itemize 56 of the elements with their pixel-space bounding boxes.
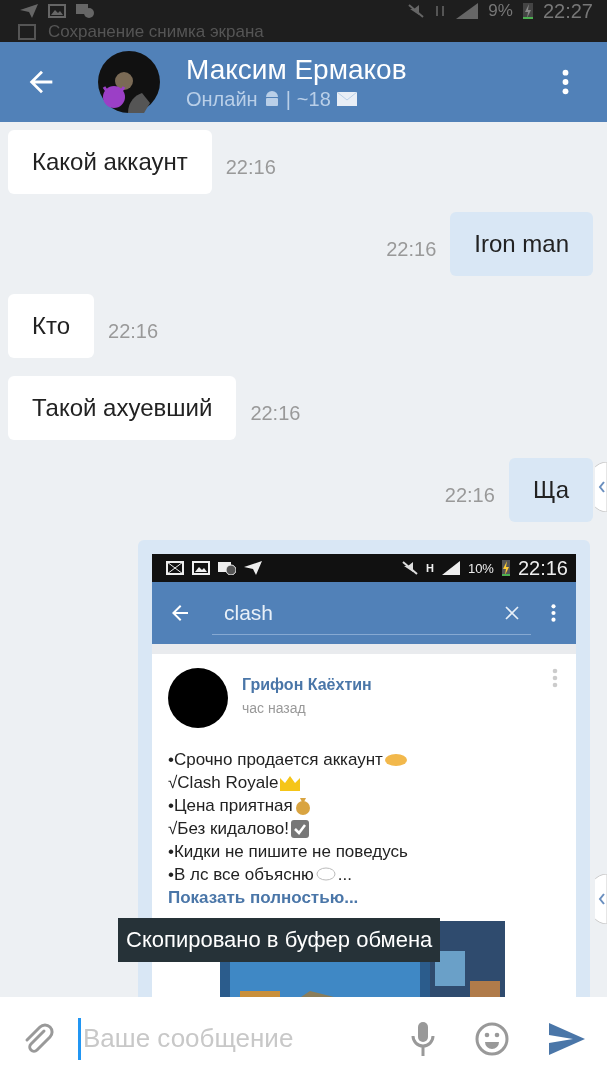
signal-icon xyxy=(441,561,460,575)
speech-bubble-icon xyxy=(315,866,336,883)
mute-icon xyxy=(401,561,418,575)
side-panel-handle-icon[interactable] xyxy=(595,874,607,924)
battery-charging-icon xyxy=(522,3,533,19)
message-bubble[interactable]: Кто xyxy=(8,294,95,358)
image-icon xyxy=(48,4,66,18)
send-icon xyxy=(244,561,262,575)
post-text-line: •Срочно продается аккаунт xyxy=(168,749,383,771)
post-text-ellipsis: ... xyxy=(337,864,352,886)
message-time: 22:16 xyxy=(108,319,159,343)
toast-message: Скопировано в буфер обмена xyxy=(118,918,441,962)
message-bubble[interactable]: Ща xyxy=(508,458,593,522)
message-count: ~18 xyxy=(296,87,331,111)
contact-name: Максим Ермаков xyxy=(186,53,408,86)
image-icon xyxy=(192,561,210,575)
message-time: 22:16 xyxy=(225,155,276,179)
microphone-icon[interactable] xyxy=(411,1021,435,1056)
more-icon[interactable] xyxy=(551,603,556,623)
battery-percent: 10% xyxy=(467,560,494,576)
emoji-icon[interactable] xyxy=(475,1021,509,1056)
checkbox-icon xyxy=(291,819,309,838)
post-text-line: •В лс все объясню xyxy=(168,864,314,886)
send-icon xyxy=(20,4,38,18)
post-text-line: √Clash Royale xyxy=(168,772,279,794)
post-text-line: •Кидки не пишите не поведусь xyxy=(168,841,408,863)
post-text-line: •Цена приятная xyxy=(168,795,293,817)
message-time: 22:16 xyxy=(444,483,495,507)
network-type: H xyxy=(425,562,434,574)
message-bubble[interactable]: Какой аккаунт xyxy=(8,130,212,194)
author-name[interactable]: Грифон Каёхтин xyxy=(242,676,538,694)
signal-icon xyxy=(456,3,479,19)
show-more-link[interactable]: Показать полностью... xyxy=(168,886,359,909)
money-bag-icon xyxy=(294,796,311,815)
clock: 22:27 xyxy=(542,0,593,23)
clear-icon[interactable] xyxy=(505,605,519,620)
clock: 22:16 xyxy=(517,556,568,580)
separator: | xyxy=(285,87,291,111)
message-time: 22:16 xyxy=(250,401,301,425)
avatar[interactable] xyxy=(168,668,228,728)
more-icon[interactable] xyxy=(562,68,569,96)
message-bubble[interactable]: Такой ахуевший xyxy=(8,376,237,440)
mute-icon xyxy=(408,4,425,18)
battery-percent: 9% xyxy=(488,1,513,21)
envelope-icon xyxy=(336,92,357,106)
message-bubble[interactable]: Iron man xyxy=(450,212,593,276)
message-time: 22:16 xyxy=(386,237,437,261)
online-status: Онлайн xyxy=(186,87,258,111)
send-icon[interactable] xyxy=(549,1022,585,1055)
notification-icon xyxy=(76,4,94,18)
post-text-line: √Без кидалово! xyxy=(168,818,289,840)
side-panel-handle-icon[interactable] xyxy=(595,462,607,512)
crown-icon xyxy=(280,774,301,791)
battery-charging-icon xyxy=(501,560,510,576)
screenshot-icon xyxy=(18,24,36,40)
post-time: час назад xyxy=(242,700,307,716)
